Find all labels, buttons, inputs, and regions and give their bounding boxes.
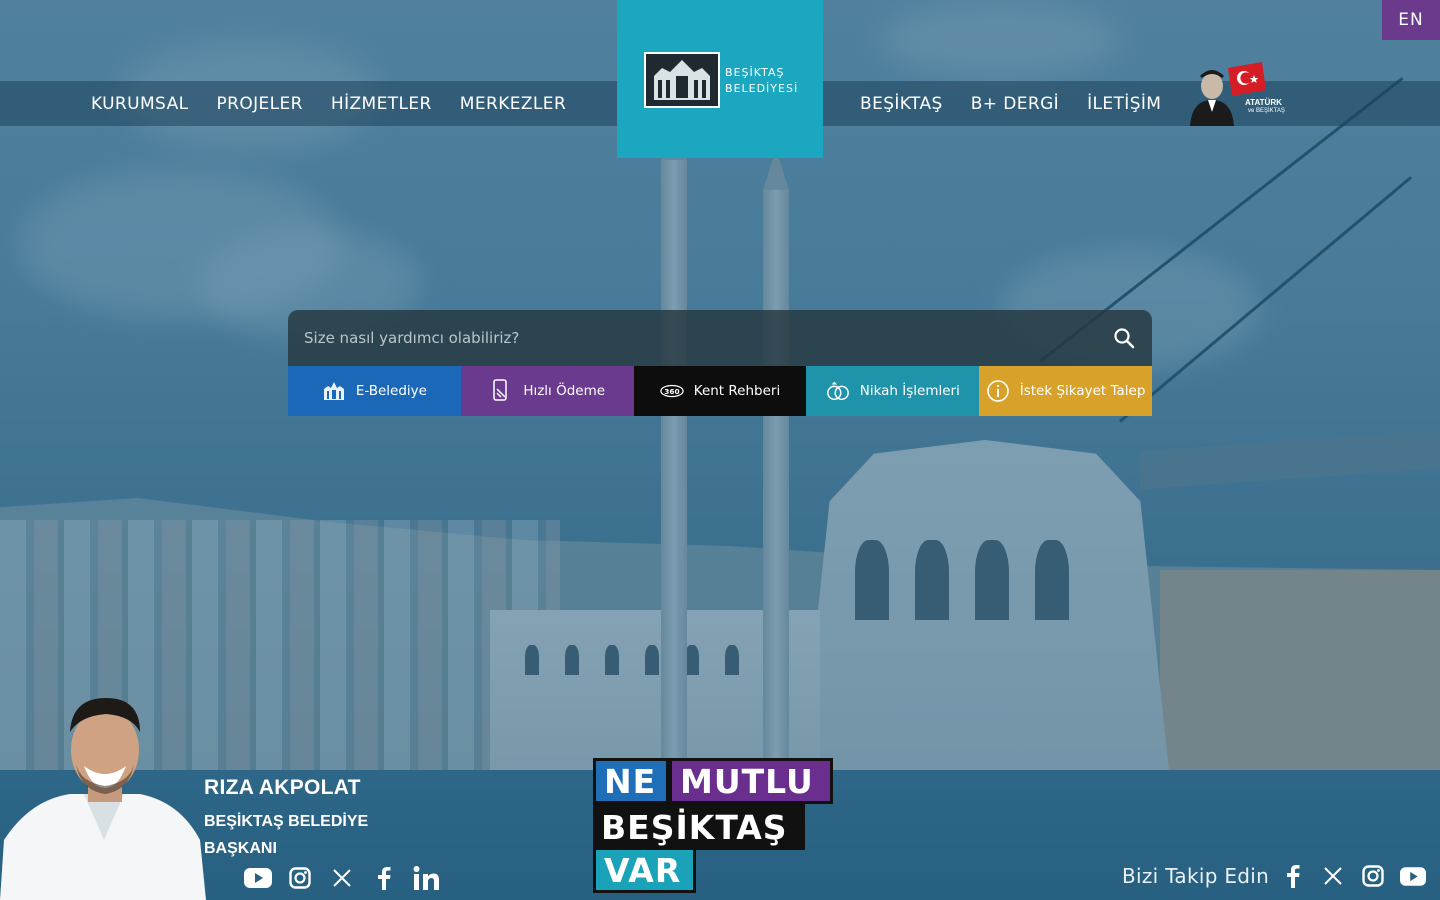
youtube-icon[interactable] — [244, 864, 272, 892]
instagram-icon[interactable] — [1359, 862, 1387, 890]
palace-logo-icon — [644, 52, 720, 108]
main-nav-right: BEŞİKTAŞ B+ DERGİ İLETİŞİM — [860, 81, 1161, 126]
facebook-icon[interactable] — [1279, 862, 1307, 890]
quick-link-hizli-odeme[interactable]: Hızlı Ödeme — [460, 366, 634, 416]
mayor-title-line-2: BAŞKANI — [204, 840, 277, 857]
info-icon — [986, 379, 1010, 403]
quick-link-istek-sikayet-talep[interactable]: İstek Şikayet Talep — [979, 366, 1152, 416]
instagram-icon[interactable] — [286, 864, 314, 892]
mayor-name: RIZA AKPOLAT — [204, 776, 361, 799]
slogan-word-ne: NE — [593, 758, 669, 804]
nav-bplus-dergi[interactable]: B+ DERGİ — [971, 94, 1059, 114]
x-twitter-icon[interactable] — [328, 864, 356, 892]
x-twitter-icon[interactable] — [1319, 862, 1347, 890]
nav-besiktas[interactable]: BEŞİKTAŞ — [860, 94, 943, 114]
ataturk-badge[interactable]: ATATÜRK ve BEŞİKTAŞ — [1188, 60, 1288, 126]
slogan-word-mutlu: MUTLU — [669, 758, 833, 804]
main-nav-left: KURUMSAL PROJELER HİZMETLER MERKEZLER — [91, 81, 566, 126]
nav-projeler[interactable]: PROJELER — [216, 94, 302, 114]
logo-text: BEŞİKTAŞ BELEDİYESİ — [725, 65, 798, 97]
quick-links-bar: E-Belediye Hızlı Ödeme 360 Kent Rehberi … — [288, 366, 1152, 416]
nav-iletisim[interactable]: İLETİŞİM — [1087, 94, 1161, 114]
search-bar — [288, 310, 1152, 366]
card-icon — [489, 379, 513, 403]
rings-icon — [826, 379, 850, 403]
site-logo[interactable]: BEŞİKTAŞ BELEDİYESİ — [617, 0, 823, 158]
ataturk-badge-subtitle: ve BEŞİKTAŞ — [1248, 108, 1285, 114]
quick-link-label: İstek Şikayet Talep — [1019, 383, 1146, 399]
nav-hizmetler[interactable]: HİZMETLER — [331, 94, 432, 114]
search-icon[interactable] — [1112, 326, 1136, 350]
mayor-title-line-1: BEŞİKTAŞ BELEDİYE — [204, 813, 369, 830]
youtube-icon[interactable] — [1399, 862, 1427, 890]
quick-link-nikah-islemleri[interactable]: Nikah İşlemleri — [806, 366, 980, 416]
mayor-title: BEŞİKTAŞ BELEDİYE BAŞKANI — [204, 808, 404, 862]
quick-link-label: E-Belediye — [355, 383, 427, 399]
logo-line-1: BEŞİKTAŞ — [725, 66, 785, 79]
quick-link-label: Hızlı Ödeme — [523, 383, 606, 399]
slogan-word-besiktas: BEŞİKTAŞ — [593, 804, 805, 850]
search-input[interactable] — [304, 329, 1112, 347]
mayor-photo — [0, 690, 210, 900]
language-toggle-button[interactable]: EN — [1382, 0, 1440, 40]
building-icon — [322, 379, 346, 403]
facebook-icon[interactable] — [370, 864, 398, 892]
slogan-word-var: VAR — [593, 847, 696, 893]
quick-link-label: Kent Rehberi — [693, 383, 781, 399]
ataturk-portrait-icon — [1190, 62, 1266, 126]
logo-line-2: BELEDİYESİ — [725, 82, 799, 95]
quick-link-label: Nikah İşlemleri — [859, 383, 960, 399]
svg-text:360: 360 — [664, 387, 679, 396]
linkedin-icon[interactable] — [412, 864, 440, 892]
mayor-social-links — [244, 864, 440, 892]
follow-label: Bizi Takip Edin — [1122, 864, 1270, 888]
nav-kurumsal[interactable]: KURUMSAL — [91, 94, 188, 114]
360-icon: 360 — [660, 379, 684, 403]
quick-link-kent-rehberi[interactable]: 360 Kent Rehberi — [633, 366, 807, 416]
ataturk-badge-title: ATATÜRK — [1245, 98, 1282, 107]
nav-merkezler[interactable]: MERKEZLER — [460, 94, 566, 114]
quick-link-e-belediye[interactable]: E-Belediye — [288, 366, 461, 416]
follow-social-links — [1279, 862, 1427, 890]
